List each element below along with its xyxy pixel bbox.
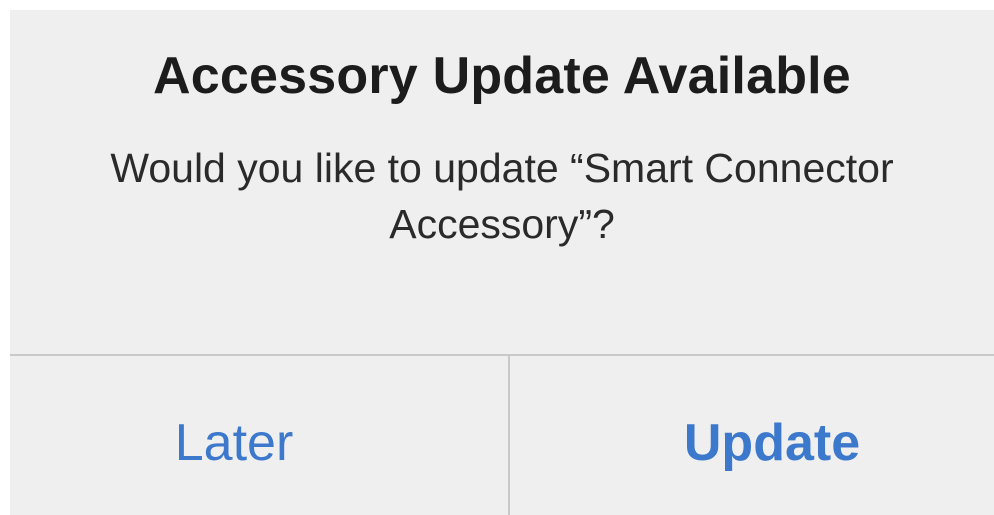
update-button[interactable]: Update — [510, 356, 994, 515]
later-button[interactable]: Later — [10, 356, 508, 515]
alert-content: Accessory Update Available Would you lik… — [10, 10, 994, 354]
alert-dialog: Accessory Update Available Would you lik… — [10, 10, 994, 515]
alert-message: Would you like to update “Smart Connecto… — [110, 145, 894, 247]
alert-title: Accessory Update Available — [153, 47, 851, 105]
